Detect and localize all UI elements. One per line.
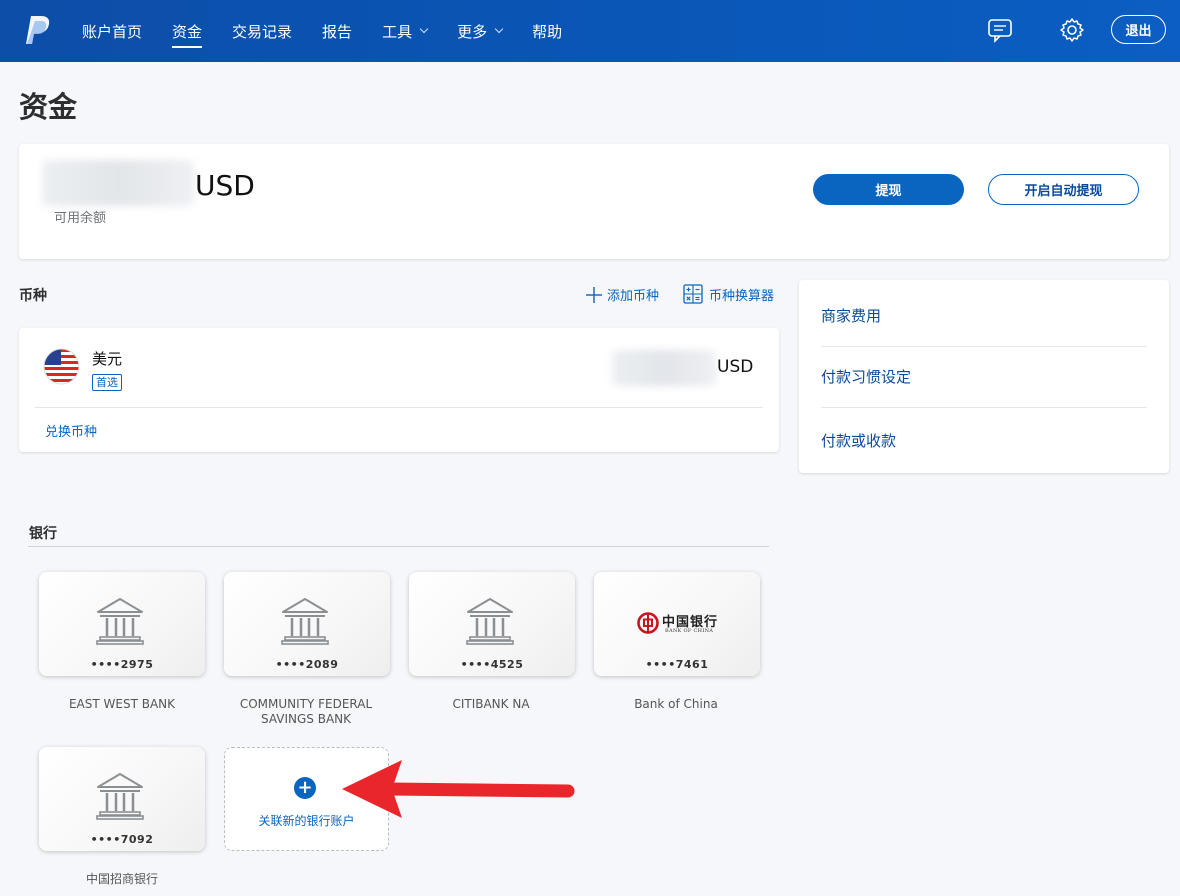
- bank-building-icon: [281, 598, 329, 645]
- currency-amount-redacted: [612, 350, 716, 386]
- add-currency-label: 添加币种: [607, 289, 660, 304]
- logout-button[interactable]: 退出: [1111, 15, 1166, 44]
- bank-name: 中国招商银行: [85, 872, 158, 886]
- nav-label: 帮助: [532, 22, 563, 41]
- bank-name: COMMUNITY FEDERAL SAVINGS BANK: [239, 697, 373, 726]
- withdraw-button[interactable]: 提现: [813, 174, 964, 205]
- nav-more[interactable]: 更多: [457, 0, 504, 62]
- currency-card: [19, 328, 779, 452]
- currency-calculator-label: 币种换算器: [709, 288, 775, 304]
- nav-label: 账户首页: [82, 22, 143, 41]
- bank-account-number: ••••4525: [460, 658, 524, 671]
- gear-icon[interactable]: [1058, 16, 1086, 44]
- bank-building-icon: [466, 598, 514, 645]
- currency-code: USD: [717, 357, 754, 377]
- bank-building-icon: [96, 598, 144, 645]
- bank-card-bank-of-china[interactable]: 中国银行 BANK OF CHINA ••••7461: [594, 572, 760, 676]
- merchant-fees-link[interactable]: 商家费用: [821, 305, 881, 326]
- red-arrow-annotation-icon: [342, 760, 575, 818]
- bank-of-china-logo-icon: [637, 612, 659, 634]
- bank-account-number: ••••2975: [90, 658, 154, 671]
- divider: [821, 346, 1147, 347]
- nav-label: 更多: [457, 22, 488, 41]
- bank-card-china-merchants[interactable]: ••••7092: [39, 747, 205, 851]
- bank-building-icon: [96, 773, 144, 820]
- divider: [821, 407, 1147, 408]
- message-center-icon[interactable]: [986, 16, 1014, 44]
- nav-transactions[interactable]: 交易记录: [232, 0, 292, 62]
- balance-label: 可用余额: [54, 211, 107, 226]
- bank-card-east-west[interactable]: ••••2975: [39, 572, 205, 676]
- bank-account-number: ••••7092: [90, 833, 154, 846]
- bank-name: CITIBANK NA: [452, 697, 530, 711]
- nav-label: 交易记录: [232, 22, 293, 41]
- exchange-currency-link[interactable]: 兑换币种: [45, 421, 97, 440]
- nav-funds[interactable]: 资金: [172, 0, 203, 62]
- bank-name: Bank of China: [634, 697, 718, 711]
- auto-withdraw-button[interactable]: 开启自动提现: [988, 174, 1139, 205]
- send-receive-link[interactable]: 付款或收款: [821, 430, 896, 451]
- page-title: 资金: [19, 90, 78, 124]
- bank-of-china-logo-subtext: BANK OF CHINA: [665, 628, 714, 634]
- divider: [35, 407, 763, 408]
- nav-label: 资金: [172, 22, 203, 41]
- add-circle-icon: +: [294, 777, 316, 799]
- paypal-logo-icon[interactable]: [24, 14, 52, 46]
- divider: [28, 546, 769, 547]
- payment-preferences-link[interactable]: 付款习惯设定: [821, 366, 911, 387]
- bank-account-number: ••••2089: [275, 658, 339, 671]
- nav-help[interactable]: 帮助: [532, 0, 562, 62]
- top-navigation: 账户首页 资金 交易记录 报告 工具 更多 帮助 退出: [0, 0, 1180, 62]
- balance-currency: USD: [195, 169, 255, 202]
- banks-section-label: 银行: [29, 526, 57, 542]
- bank-card-community-federal[interactable]: ••••2089: [224, 572, 390, 676]
- plus-icon: [586, 286, 602, 303]
- balance-amount-redacted: [42, 160, 194, 206]
- bank-account-number: ••••7461: [645, 658, 709, 671]
- nav-tools[interactable]: 工具: [382, 0, 429, 62]
- preferred-badge: 首选: [92, 374, 122, 391]
- main-nav: 账户首页 资金 交易记录 报告 工具 更多 帮助: [82, 0, 592, 62]
- bank-name: EAST WEST BANK: [68, 697, 176, 711]
- currency-name: 美元: [92, 350, 123, 368]
- us-flag-icon: [43, 348, 80, 385]
- currency-calculator-link[interactable]: 币种换算器: [683, 284, 774, 304]
- nav-label: 工具: [382, 22, 413, 41]
- currencies-section-label: 币种: [19, 288, 47, 304]
- calculator-icon: [683, 284, 703, 304]
- nav-reports[interactable]: 报告: [322, 0, 352, 62]
- chevron-down-icon: [419, 24, 429, 34]
- nav-label: 报告: [322, 22, 353, 41]
- bank-card-citibank[interactable]: ••••4525: [409, 572, 575, 676]
- nav-account-home[interactable]: 账户首页: [82, 0, 142, 62]
- chevron-down-icon: [494, 24, 504, 34]
- add-currency-link[interactable]: 添加币种: [585, 285, 659, 304]
